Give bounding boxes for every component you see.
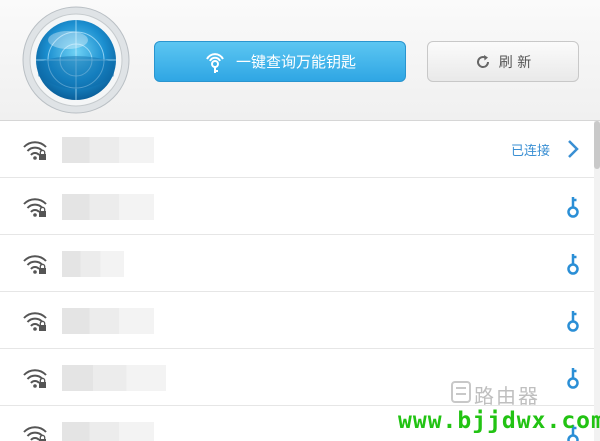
wifi-locked-icon bbox=[23, 141, 47, 160]
network-row[interactable] bbox=[0, 292, 594, 349]
list-scrollbar[interactable] bbox=[594, 121, 600, 441]
wifi-key-icon bbox=[206, 52, 224, 73]
refresh-button[interactable]: 刷 新 bbox=[427, 41, 579, 82]
key-icon[interactable] bbox=[566, 252, 580, 276]
wifi-locked-icon bbox=[23, 369, 47, 388]
one-click-query-button[interactable]: 一键查询万能钥匙 bbox=[154, 41, 406, 82]
connection-status: 已连接 bbox=[510, 144, 550, 159]
ssid-redacted bbox=[62, 422, 154, 441]
wifi-locked-icon bbox=[23, 312, 47, 331]
ssid-redacted bbox=[62, 365, 166, 391]
ssid-redacted bbox=[62, 251, 124, 277]
ssid-redacted bbox=[62, 137, 154, 163]
refresh-button-label: 刷 新 bbox=[498, 54, 532, 71]
header-toolbar: 一键查询万能钥匙 刷 新 bbox=[0, 0, 600, 121]
key-icon[interactable] bbox=[566, 309, 580, 333]
ssid-redacted bbox=[62, 308, 154, 334]
network-row[interactable]: 已连接 bbox=[0, 121, 594, 178]
network-row[interactable] bbox=[0, 235, 594, 292]
network-row[interactable] bbox=[0, 178, 594, 235]
radar-logo-icon bbox=[22, 6, 130, 114]
scrollbar-thumb[interactable] bbox=[594, 121, 600, 169]
chevron-right-icon[interactable] bbox=[566, 139, 580, 159]
ssid-redacted bbox=[62, 194, 154, 220]
watermark-url: www.bjjdwx.com bbox=[398, 408, 600, 434]
wifi-locked-icon bbox=[23, 255, 47, 274]
query-button-label: 一键查询万能钥匙 bbox=[235, 53, 356, 71]
key-icon[interactable] bbox=[566, 195, 580, 219]
watermark-router-text: 路由器 bbox=[474, 384, 540, 408]
wifi-locked-icon bbox=[23, 426, 47, 441]
refresh-icon bbox=[476, 54, 489, 68]
wifi-locked-icon bbox=[23, 198, 47, 217]
